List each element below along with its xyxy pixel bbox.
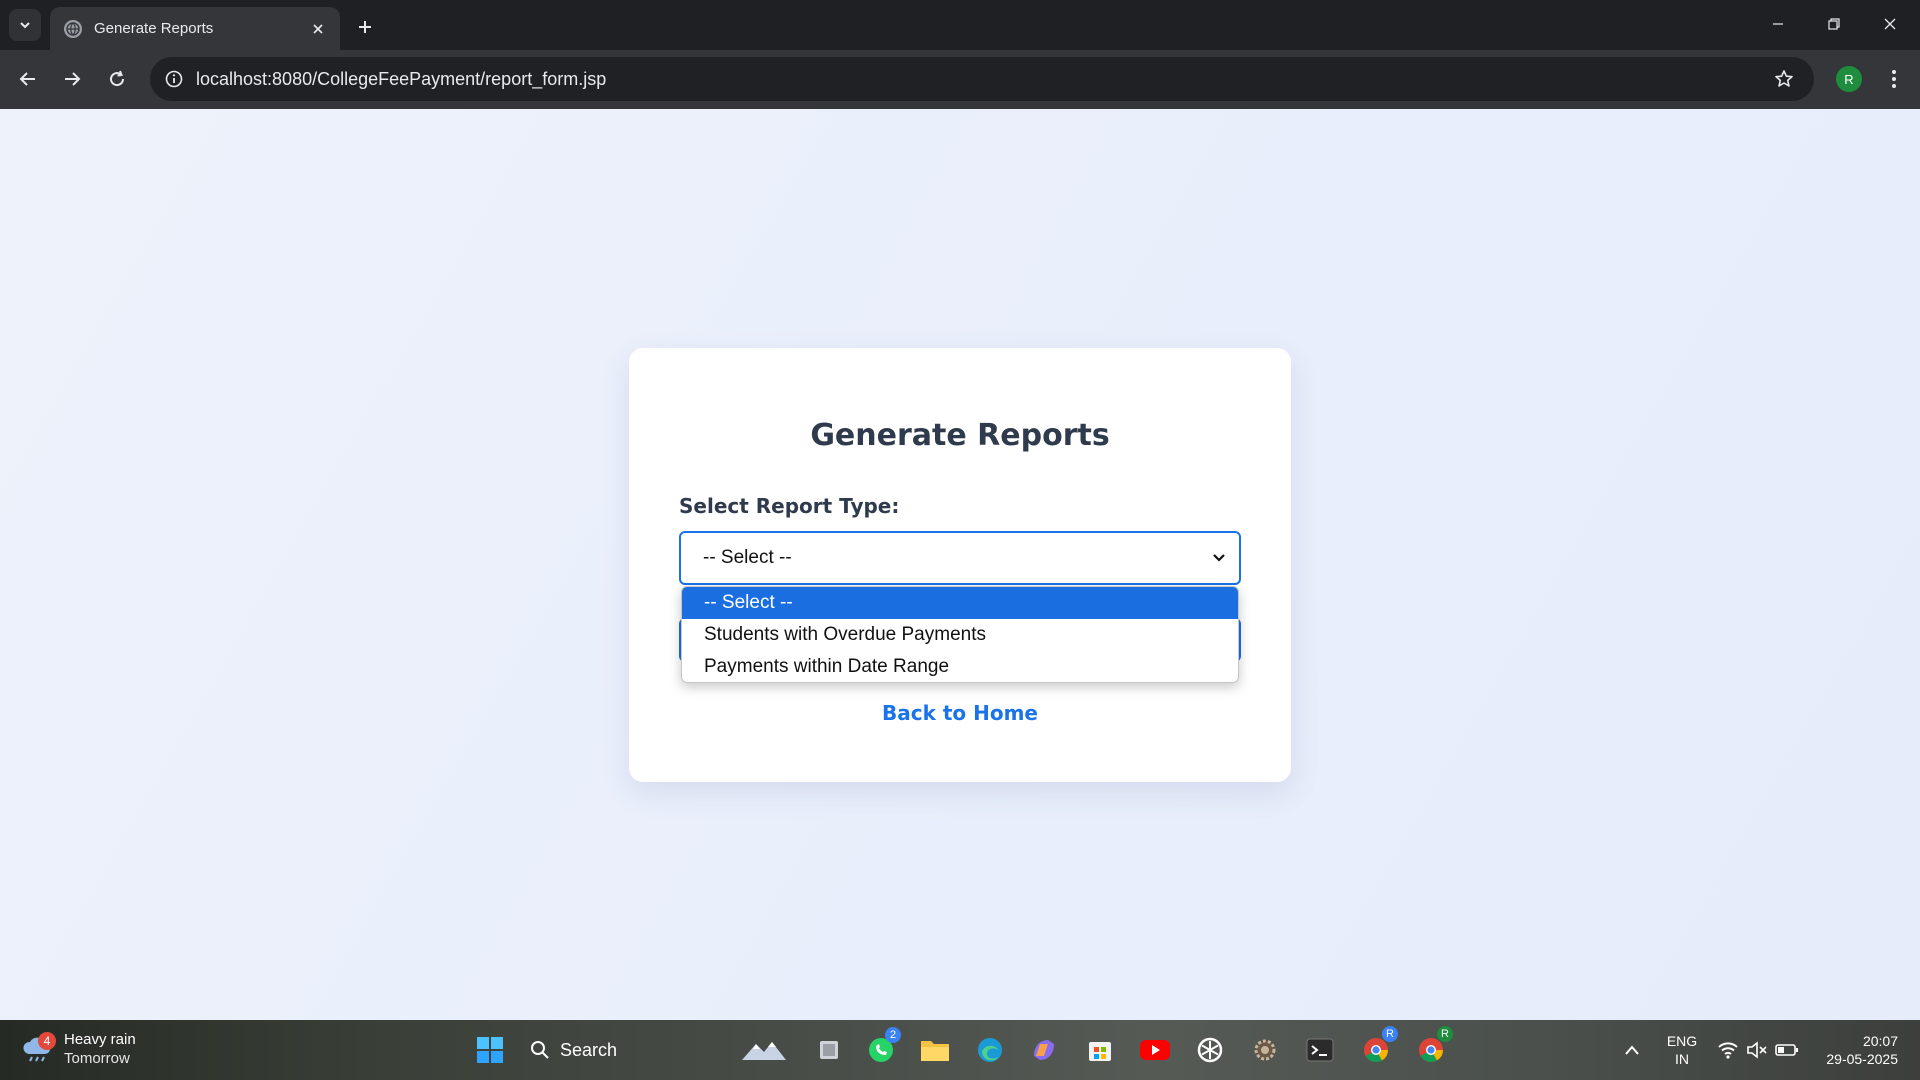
dropdown-option-select[interactable]: -- Select --: [682, 587, 1238, 619]
browser-tab-bar: Generate Reports: [0, 0, 1920, 50]
close-window-button[interactable]: [1862, 0, 1918, 48]
wifi-icon[interactable]: [1715, 1030, 1741, 1070]
edge-browser-icon[interactable]: [970, 1030, 1010, 1070]
chevron-down-icon: [20, 22, 30, 29]
back-to-home-link[interactable]: Back to Home: [629, 701, 1291, 725]
weather-condition: Heavy rain: [64, 1031, 136, 1048]
globe-icon: [64, 19, 82, 38]
arrow-left-icon: [19, 72, 35, 86]
tab-title: Generate Reports: [94, 20, 214, 37]
back-button[interactable]: [12, 63, 44, 95]
taskbar-search-label: Search: [560, 1039, 618, 1060]
whatsapp-badge: 2: [885, 1027, 901, 1043]
clock-time: 20:07: [1862, 1033, 1898, 1049]
report-type-label: Select Report Type:: [679, 494, 900, 518]
arrow-right-icon: [65, 72, 81, 86]
language-code: ENG: [1666, 1033, 1698, 1049]
chatgpt-icon[interactable]: [1190, 1030, 1230, 1070]
youtube-icon[interactable]: [1135, 1030, 1175, 1070]
browser-toolbar: localhost:8080/CollegeFeePayment/report_…: [0, 50, 1920, 109]
chrome-profile-icon[interactable]: R: [1356, 1026, 1398, 1070]
chrome-active-badge: R: [1437, 1026, 1453, 1042]
profile-avatar[interactable]: R: [1836, 66, 1862, 92]
tab-close-icon[interactable]: [306, 17, 330, 41]
terminal-icon[interactable]: [1300, 1030, 1340, 1070]
chrome-profile-badge: R: [1382, 1026, 1398, 1042]
taskbar-search[interactable]: Search: [530, 1032, 700, 1068]
bookmark-star-icon[interactable]: [1768, 63, 1800, 95]
browser-tab-active[interactable]: Generate Reports: [50, 7, 340, 50]
chevron-up-icon[interactable]: [1620, 1030, 1644, 1070]
system-clock[interactable]: 20:07 29-05-2025: [1814, 1032, 1898, 1068]
language-region: IN: [1675, 1051, 1689, 1067]
address-bar[interactable]: localhost:8080/CollegeFeePayment/report_…: [150, 57, 1814, 101]
report-type-select[interactable]: -- Select --: [679, 531, 1241, 585]
site-info-icon[interactable]: [158, 63, 190, 95]
tab-search-button[interactable]: [9, 9, 41, 41]
report-type-dropdown-list: -- Select -- Students with Overdue Payme…: [681, 586, 1239, 683]
report-form-card: Generate Reports Select Report Type: -- …: [629, 348, 1291, 782]
new-tab-button[interactable]: [350, 12, 380, 42]
weather-when: Tomorrow: [64, 1050, 130, 1067]
battery-icon[interactable]: [1774, 1030, 1800, 1070]
task-view-icon[interactable]: [809, 1030, 849, 1070]
clock-date: 29-05-2025: [1826, 1051, 1898, 1067]
chevron-down-icon: [1207, 546, 1231, 570]
copilot-icon[interactable]: [1024, 1030, 1064, 1070]
whatsapp-icon[interactable]: 2: [861, 1027, 901, 1070]
reload-icon: [110, 70, 125, 87]
weather-alert-badge: 4: [38, 1032, 56, 1050]
restore-icon: [1828, 18, 1840, 30]
windows-taskbar: 4 Heavy rain Tomorrow Search 2 R R ENG I…: [0, 1020, 1920, 1080]
plus-icon: [359, 21, 371, 33]
file-explorer-icon[interactable]: [915, 1030, 955, 1070]
mountain-widget-icon[interactable]: [738, 1030, 790, 1070]
reload-button[interactable]: [101, 63, 133, 95]
search-icon: [531, 1041, 549, 1059]
minimize-icon: [1773, 23, 1783, 25]
minimize-button[interactable]: [1750, 0, 1806, 48]
close-icon: [1884, 18, 1896, 30]
chrome-active-icon[interactable]: R: [1411, 1026, 1453, 1070]
volume-muted-icon[interactable]: [1744, 1030, 1770, 1070]
browser-menu-icon[interactable]: [1878, 63, 1910, 95]
page-title: Generate Reports: [810, 418, 1110, 453]
weather-widget[interactable]: 4 Heavy rain Tomorrow: [22, 1030, 136, 1068]
restore-button[interactable]: [1806, 0, 1862, 48]
report-type-select-value: -- Select --: [703, 547, 792, 568]
settings-gear-icon[interactable]: [1245, 1030, 1285, 1070]
rain-cloud-icon: 4: [22, 1032, 56, 1062]
windows-start-icon[interactable]: [470, 1030, 510, 1070]
microsoft-store-icon[interactable]: [1080, 1030, 1120, 1070]
forward-button[interactable]: [56, 63, 88, 95]
page-viewport: Generate Reports Select Report Type: -- …: [0, 109, 1920, 1020]
language-indicator[interactable]: ENG IN: [1660, 1032, 1704, 1068]
dropdown-option-date-range[interactable]: Payments within Date Range: [682, 651, 1238, 682]
url-text[interactable]: localhost:8080/CollegeFeePayment/report_…: [196, 69, 1768, 90]
dropdown-option-overdue[interactable]: Students with Overdue Payments: [682, 619, 1238, 651]
